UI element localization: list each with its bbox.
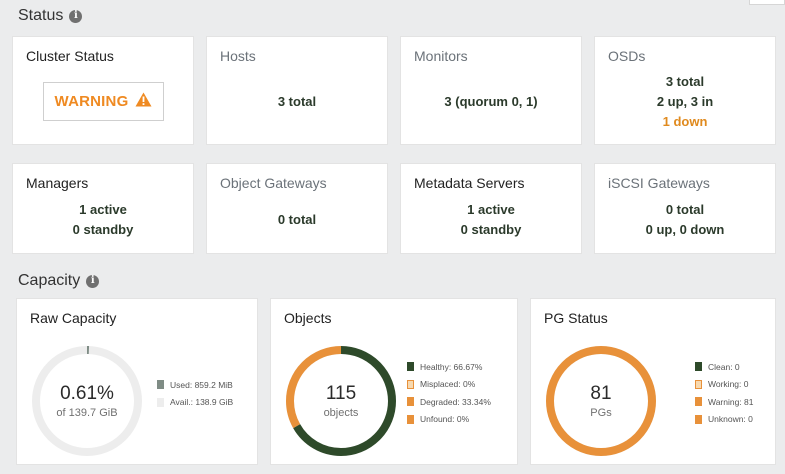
objects-donut: 115 objects (284, 344, 398, 458)
warning-label: WARNING (54, 93, 129, 110)
objects-sub: objects (323, 407, 359, 419)
pg-status-card: PG Status 81 PGs Clean: 0 Working: 0 War… (530, 298, 776, 465)
corner-tab (749, 0, 785, 5)
pg-count: 81 (590, 383, 612, 404)
legend-swatch (407, 362, 414, 372)
warning-badge[interactable]: WARNING (43, 82, 164, 121)
card-title: PG Status (544, 310, 608, 326)
card-title: Raw Capacity (30, 310, 117, 326)
warning-triangle-icon (135, 92, 152, 111)
pg-sub: PGs (590, 407, 612, 419)
managers-standby: 0 standby (72, 222, 134, 237)
card-title: iSCSI Gateways (608, 175, 710, 191)
raw-capacity-donut: 0.61% of 139.7 GiB (30, 344, 144, 458)
legend-label: Unfound: 0% (420, 414, 470, 425)
raw-capacity-legend: Used: 859.2 MiB Avail.: 138.9 GiB (157, 376, 233, 411)
legend-label: Avail.: 138.9 GiB (170, 397, 234, 408)
legend-item[interactable]: Unfound: 0% (407, 411, 491, 429)
hosts-value: 3 total (277, 94, 317, 109)
legend-label: Used: 859.2 MiB (170, 379, 233, 390)
status-section-title: Status i (18, 7, 83, 25)
card-title: OSDs (608, 48, 646, 64)
osds-card[interactable]: OSDs 3 total 2 up, 3 in 1 down (594, 36, 776, 145)
mds-active: 1 active (467, 202, 515, 217)
pg-status-donut: 81 PGs (544, 344, 658, 458)
monitors-card[interactable]: Monitors 3 (quorum 0, 1) (400, 36, 582, 145)
card-title: Metadata Servers (414, 175, 525, 191)
legend-swatch (407, 397, 414, 407)
pg-status-legend: Clean: 0 Working: 0 Warning: 81 Unknown:… (695, 358, 754, 428)
hosts-card[interactable]: Hosts 3 total (206, 36, 388, 145)
legend-swatch (157, 397, 164, 407)
legend-item[interactable]: Used: 859.2 MiB (157, 376, 233, 394)
legend-swatch (695, 414, 702, 424)
legend-swatch (157, 380, 164, 390)
objects-legend: Healthy: 66.67% Misplaced: 0% Degraded: … (407, 358, 491, 428)
card-title: Hosts (220, 48, 256, 64)
legend-swatch (407, 414, 414, 424)
legend-item[interactable]: Avail.: 138.9 GiB (157, 394, 233, 412)
managers-active: 1 active (79, 202, 127, 217)
osds-down: 1 down (662, 114, 708, 129)
iscsi-gateways-card[interactable]: iSCSI Gateways 0 total 0 up, 0 down (594, 163, 776, 254)
object-gateways-card[interactable]: Object Gateways 0 total (206, 163, 388, 254)
legend-item[interactable]: Clean: 0 (695, 358, 754, 376)
osds-total: 3 total (665, 74, 705, 89)
objects-count: 115 (325, 383, 357, 404)
legend-item[interactable]: Unknown: 0 (695, 411, 754, 429)
legend-swatch (407, 379, 414, 389)
info-icon[interactable]: i (86, 274, 100, 288)
legend-label: Clean: 0 (708, 361, 740, 372)
metadata-servers-card: Metadata Servers 1 active 0 standby (400, 163, 582, 254)
cluster-status-card: Cluster Status WARNING (12, 36, 194, 145)
legend-swatch (695, 379, 702, 389)
iscsi-total: 0 total (665, 202, 705, 217)
legend-label: Warning: 81 (708, 396, 754, 407)
legend-label: Healthy: 66.67% (420, 361, 483, 372)
legend-item[interactable]: Working: 0 (695, 376, 754, 394)
status-title-text: Status (18, 7, 64, 24)
mds-standby: 0 standby (460, 222, 522, 237)
raw-capacity-card: Raw Capacity 0.61% of 139.7 GiB Used: 85… (16, 298, 258, 465)
legend-swatch (695, 397, 702, 407)
legend-label: Misplaced: 0% (420, 379, 476, 390)
monitors-value: 3 (quorum 0, 1) (444, 94, 538, 109)
raw-capacity-total: of 139.7 GiB (56, 407, 118, 419)
legend-label: Unknown: 0 (708, 414, 753, 425)
legend-item[interactable]: Misplaced: 0% (407, 376, 491, 394)
card-title: Managers (26, 175, 89, 191)
capacity-title-text: Capacity (18, 272, 81, 289)
legend-item[interactable]: Healthy: 66.67% (407, 358, 491, 376)
objects-card: Objects 115 objects Healthy: 66.67% Misp… (270, 298, 518, 465)
osds-up-in: 2 up, 3 in (656, 94, 714, 109)
legend-label: Working: 0 (708, 379, 749, 390)
card-title: Monitors (414, 48, 468, 64)
capacity-section-title: Capacity i (18, 272, 100, 290)
legend-swatch (695, 362, 702, 372)
legend-item[interactable]: Warning: 81 (695, 393, 754, 411)
card-title: Cluster Status (26, 48, 114, 64)
managers-card: Managers 1 active 0 standby (12, 163, 194, 254)
legend-item[interactable]: Degraded: 33.34% (407, 393, 491, 411)
card-title: Objects (284, 310, 332, 326)
iscsi-up-down: 0 up, 0 down (645, 222, 725, 237)
card-title: Object Gateways (220, 175, 327, 191)
object-gateways-value: 0 total (277, 212, 317, 227)
raw-capacity-percent: 0.61% (60, 383, 114, 404)
legend-label: Degraded: 33.34% (420, 396, 491, 407)
info-icon[interactable]: i (69, 9, 83, 23)
